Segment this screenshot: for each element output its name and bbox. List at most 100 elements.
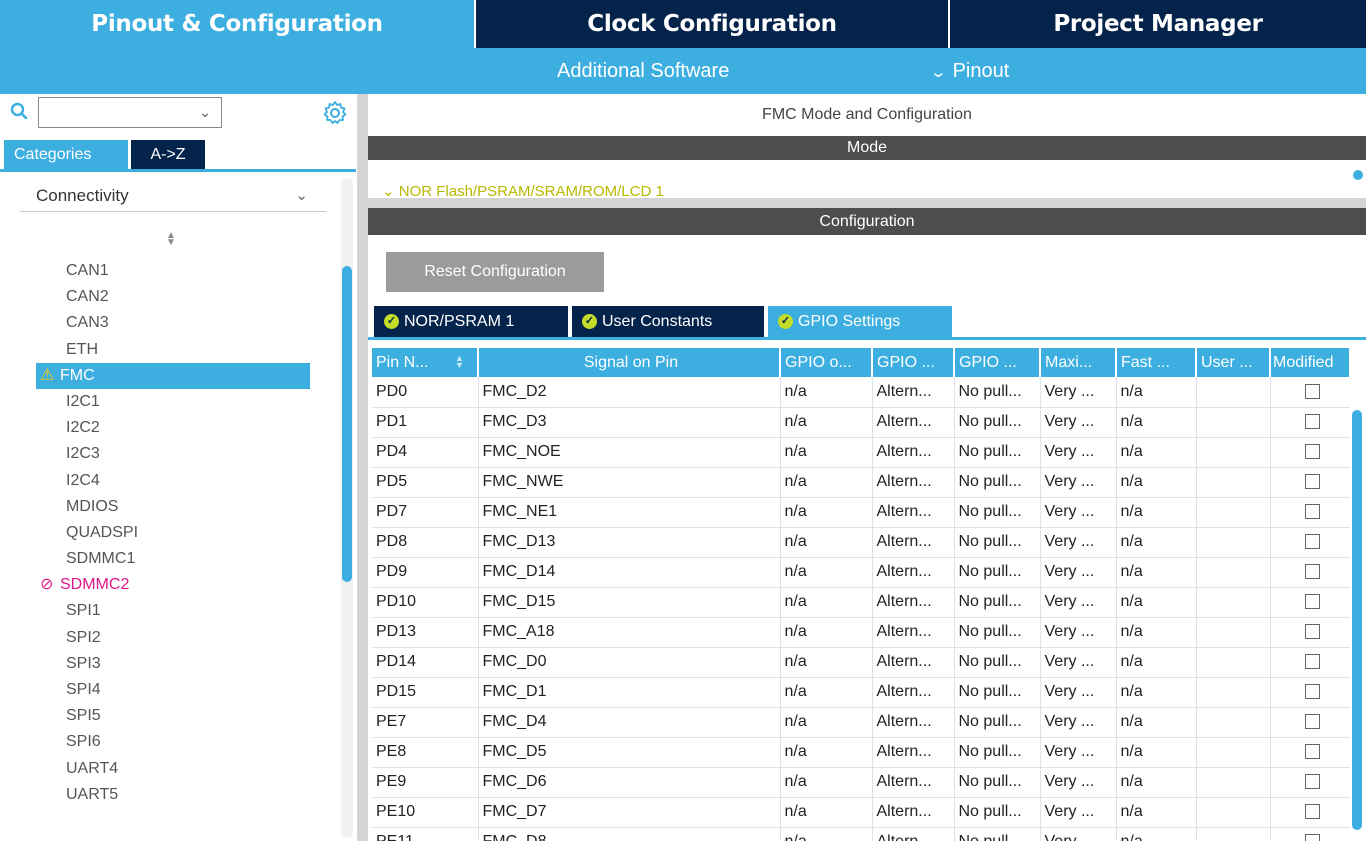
table-row[interactable]: PD7 FMC_NE1 n/a Altern... No pull... Very ...… [372, 497, 1350, 528]
cell-fast-mode[interactable]: n/a [1116, 557, 1197, 588]
cell-gpio-mode[interactable]: Altern... [872, 407, 955, 438]
cell-signal[interactable]: FMC_D1 [478, 677, 781, 708]
table-row[interactable]: PE7 FMC_D4 n/a Altern... No pull... Very ... n… [372, 707, 1350, 738]
cell-signal[interactable]: FMC_D4 [478, 707, 781, 738]
cell-pin-name[interactable]: PD0 [372, 377, 479, 408]
cell-gpio-output[interactable]: n/a [780, 647, 873, 678]
table-row[interactable]: PE11FMC_D8n/aAltern...No pull...Very ...… [372, 827, 1350, 841]
list-item[interactable]: CAN2 [36, 284, 310, 310]
cell-fast-mode[interactable]: n/a [1116, 617, 1197, 648]
cell-fast-mode[interactable]: n/a [1116, 797, 1197, 828]
cell-max-speed[interactable]: Very ... [1040, 467, 1117, 498]
cell-gpio-mode[interactable]: Altern... [872, 587, 955, 618]
cell-gpio-pull[interactable]: No pull... [954, 407, 1041, 438]
scrollbar-thumb[interactable] [342, 266, 352, 582]
additional-software-menu[interactable]: Additional Software [557, 48, 729, 94]
pinout-menu[interactable]: ⌄ Pinout [929, 48, 1009, 94]
list-item[interactable]: SPI3 [36, 651, 310, 677]
table-row[interactable]: PD15 FMC_D1 n/a Altern... No pull... Very ...… [372, 677, 1350, 708]
table-row[interactable]: PD5 FMC_NWE n/a Altern... No pull... Very ...… [372, 467, 1350, 498]
cell-gpio-mode[interactable]: Altern... [872, 737, 955, 768]
panel-splitter[interactable] [358, 94, 368, 841]
cell-user-label[interactable] [1196, 467, 1271, 498]
modified-checkbox[interactable] [1304, 684, 1320, 700]
cell-gpio-pull[interactable]: No pull... [954, 617, 1041, 648]
list-item[interactable]: I2C4 [36, 468, 310, 494]
cell-fast-mode[interactable]: n/a [1116, 767, 1197, 798]
cell-max-speed[interactable]: Very ... [1040, 407, 1117, 438]
cell-signal[interactable]: FMC_NE1 [478, 497, 781, 528]
cell-max-speed[interactable]: Very ... [1040, 737, 1117, 768]
cell-gpio-mode[interactable]: Altern... [872, 707, 955, 738]
column-header-fast-mode[interactable]: Fast ... [1116, 348, 1197, 377]
cell-fast-mode[interactable]: n/a [1116, 737, 1197, 768]
cell-gpio-pull[interactable]: No pull... [954, 377, 1041, 408]
cell-pin-name[interactable]: PD4 [372, 437, 479, 468]
search-input[interactable]: ⌄ [38, 97, 222, 128]
cell-user-label[interactable] [1196, 827, 1271, 841]
cell-fast-mode[interactable]: n/a [1116, 677, 1197, 708]
cell-pin-name[interactable]: PD9 [372, 557, 479, 588]
cell-signal[interactable]: FMC_D15 [478, 587, 781, 618]
cell-pin-name[interactable]: PE8 [372, 737, 479, 768]
cell-gpio-pull[interactable]: No pull... [954, 797, 1041, 828]
cell-signal[interactable]: FMC_D7 [478, 797, 781, 828]
modified-checkbox[interactable] [1304, 834, 1320, 841]
cell-gpio-mode[interactable]: Altern... [872, 767, 955, 798]
cell-gpio-pull[interactable]: No pull... [954, 497, 1041, 528]
cell-fast-mode[interactable]: n/a [1116, 707, 1197, 738]
search-icon[interactable] [10, 102, 28, 120]
cell-gpio-pull[interactable]: No pull... [954, 647, 1041, 678]
cell-max-speed[interactable]: Very ... [1040, 767, 1117, 798]
column-header-gpio-output[interactable]: GPIO o... [780, 348, 873, 377]
cell-user-label[interactable] [1196, 587, 1271, 618]
cell-fast-mode[interactable]: n/a [1116, 827, 1197, 841]
cell-gpio-output[interactable]: n/a [780, 557, 873, 588]
list-item[interactable]: I2C3 [36, 441, 310, 467]
mode-scrollbar-thumb[interactable] [1353, 170, 1363, 180]
cell-gpio-mode[interactable]: Altern... [872, 827, 955, 841]
cell-gpio-pull[interactable]: No pull... [954, 707, 1041, 738]
column-header-pin-name[interactable]: Pin N... ▲ ▼ [372, 348, 479, 377]
cell-user-label[interactable] [1196, 617, 1271, 648]
cell-fast-mode[interactable]: n/a [1116, 407, 1197, 438]
list-item[interactable]: SPI5 [36, 703, 310, 729]
column-header-gpio-mode[interactable]: GPIO ... [872, 348, 955, 377]
cell-fast-mode[interactable]: n/a [1116, 527, 1197, 558]
cell-gpio-mode[interactable]: Altern... [872, 557, 955, 588]
table-row[interactable]: PD8 FMC_D13 n/a Altern... No pull... Very ...… [372, 527, 1350, 558]
column-header-max-speed[interactable]: Maxi... [1040, 348, 1117, 377]
cell-gpio-mode[interactable]: Altern... [872, 377, 955, 408]
tab-nor-psram-1[interactable]: ✓ NOR/PSRAM 1 [374, 306, 568, 337]
modified-checkbox[interactable] [1304, 654, 1320, 670]
chevron-down-icon[interactable]: ⌄ [199, 104, 211, 121]
column-header-user-label[interactable]: User ... [1196, 348, 1271, 377]
cell-gpio-mode[interactable]: Altern... [872, 647, 955, 678]
cell-gpio-output[interactable]: n/a [780, 827, 873, 841]
cell-signal[interactable]: FMC_D13 [478, 527, 781, 558]
cell-user-label[interactable] [1196, 407, 1271, 438]
cell-gpio-mode[interactable]: Altern... [872, 467, 955, 498]
cell-pin-name[interactable]: PE10 [372, 797, 479, 828]
cell-gpio-output[interactable]: n/a [780, 797, 873, 828]
modified-checkbox[interactable] [1304, 594, 1320, 610]
tab-categories[interactable]: Categories [4, 140, 128, 169]
cell-user-label[interactable] [1196, 767, 1271, 798]
modified-checkbox[interactable] [1304, 774, 1320, 790]
cell-pin-name[interactable]: PD5 [372, 467, 479, 498]
list-item-error[interactable]: ⊘ SDMMC2 [36, 572, 310, 598]
cell-fast-mode[interactable]: n/a [1116, 647, 1197, 678]
cell-gpio-pull[interactable]: No pull... [954, 827, 1041, 841]
cell-gpio-mode[interactable]: Altern... [872, 677, 955, 708]
list-item[interactable]: CAN1 [36, 258, 310, 284]
cell-user-label[interactable] [1196, 677, 1271, 708]
cell-gpio-pull[interactable]: No pull... [954, 677, 1041, 708]
cell-user-label[interactable] [1196, 377, 1271, 408]
cell-signal[interactable]: FMC_D5 [478, 737, 781, 768]
cell-user-label[interactable] [1196, 797, 1271, 828]
column-header-gpio-pull[interactable]: GPIO ... [954, 348, 1041, 377]
list-item[interactable]: I2C2 [36, 415, 310, 441]
list-item[interactable]: SPI4 [36, 677, 310, 703]
modified-checkbox[interactable] [1304, 504, 1320, 520]
cell-gpio-output[interactable]: n/a [780, 407, 873, 438]
